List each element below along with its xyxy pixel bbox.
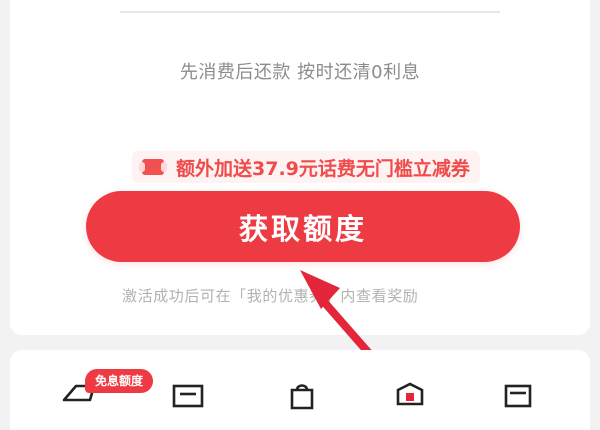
masked-digit-2: * [208,0,237,18]
masked-credit-amount: * * * * * [120,0,500,18]
bag-icon[interactable] [282,380,322,410]
get-credit-limit-button[interactable]: 获取额度 [86,191,520,262]
masked-digit-4: * [383,0,412,18]
masked-digit-1: * [120,0,149,18]
activation-hint: 激活成功后可在「我的优惠券」内查看奖励 [122,287,419,305]
list-icon[interactable] [168,380,208,410]
coupon-icon [139,159,167,175]
repayment-subtitle: 先消费后还款 按时还清0利息 [179,62,421,83]
promo-text: 额外加送37.9元话费无门槛立减券 [176,157,470,180]
masked-digit-3: * [295,0,324,18]
amount-divider [120,11,500,13]
interest-free-badge: 免息额度 [85,369,154,393]
calendar-icon[interactable] [498,380,538,410]
promo-banner: 额外加送37.9元话费无门槛立减券 [132,151,480,183]
masked-digit-5: * [471,0,500,18]
coupon-card-icon[interactable] [390,380,430,410]
